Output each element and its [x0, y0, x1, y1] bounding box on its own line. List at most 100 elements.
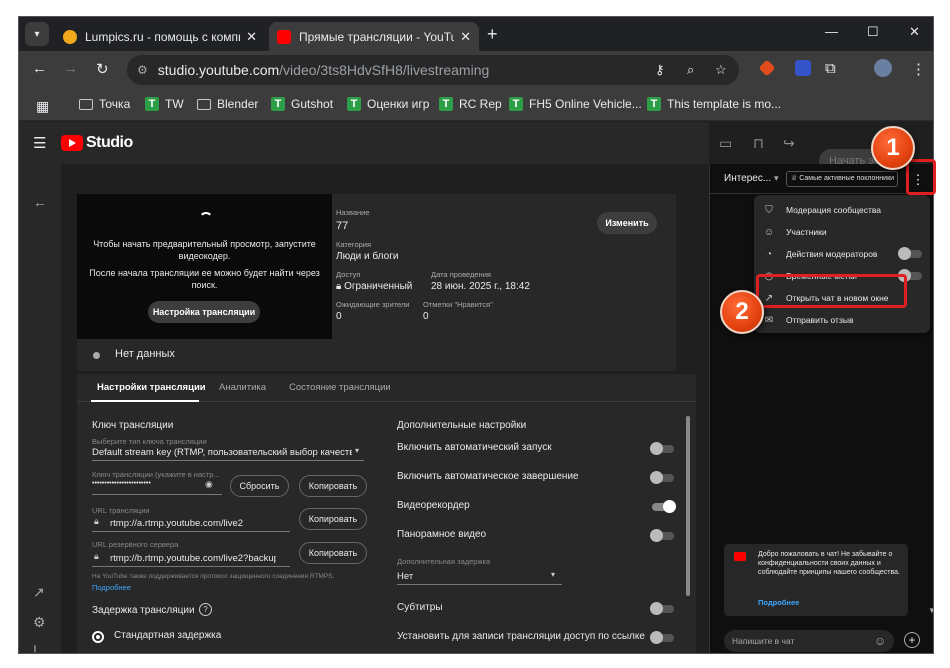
chat-mode-select[interactable]: Интерес...	[724, 173, 771, 184]
reload-icon[interactable]: ↻	[96, 60, 109, 78]
site-info-icon[interactable]: ⚙	[137, 63, 148, 77]
backup-url-field[interactable]: rtmp://b.rtmp.youtube.com/live2?backup	[110, 553, 276, 564]
toggle-dvr[interactable]	[652, 500, 676, 513]
tab-search-chevron-icon[interactable]: ▾	[25, 22, 49, 46]
minimize-icon[interactable]: —	[825, 24, 838, 39]
toggle-link-access[interactable]	[650, 631, 674, 644]
tab-stream-health[interactable]: Состояние трансляции	[289, 382, 391, 393]
preview-hint: Чтобы начать предварительный просмотр, з…	[93, 239, 316, 261]
toggle-subtitles[interactable]	[650, 602, 674, 615]
toggle-moderator-actions[interactable]	[898, 247, 922, 260]
new-tab-icon[interactable]: +	[487, 24, 498, 45]
youtube-logo-icon	[734, 552, 746, 561]
copy-backup-button[interactable]: Копировать	[299, 542, 367, 564]
youtube-logo-icon	[61, 135, 83, 151]
tab-lumpics[interactable]: Lumpics.ru - помощь с компьют ✕	[55, 22, 265, 51]
settings-gear-icon[interactable]: ⚙	[33, 614, 46, 631]
help-icon[interactable]: ?	[199, 603, 212, 616]
back-arrow-icon[interactable]: ←	[33, 194, 47, 210]
url-text[interactable]: studio.youtube.com/video/3ts8HdvSfH8/liv…	[158, 62, 490, 78]
feedback-icon: ✉	[764, 314, 774, 326]
panel-icon[interactable]: ▭	[719, 135, 732, 152]
toggle-auto-stop[interactable]	[650, 471, 674, 484]
left-nav: ← ↗ ⚙ !	[19, 164, 61, 653]
forward-icon[interactable]: →	[63, 60, 78, 77]
bookmark-item[interactable]: T Gutshot	[271, 97, 333, 111]
scroll-down-icon[interactable]: ▼	[928, 606, 933, 615]
chevron-down-icon[interactable]: ▾	[355, 446, 359, 455]
stream-key-title: Ключ трансляции	[92, 420, 174, 431]
feedback-icon[interactable]: !	[33, 642, 37, 653]
back-icon[interactable]: ←	[32, 60, 47, 77]
bookmark-folder[interactable]: Blender	[197, 97, 258, 111]
key-type-label: Выберите тип ключа трансляции	[92, 437, 207, 446]
browser-menu-icon[interactable]: ⋮	[911, 60, 926, 78]
menu-item-moderation[interactable]: ⛉ Модерация сообщества	[762, 201, 922, 219]
extension-shield-icon[interactable]	[795, 60, 811, 76]
bookmark-icon[interactable]: ⊓	[753, 135, 764, 152]
stream-status: Нет данных	[77, 339, 676, 371]
menu-item-moderator-actions[interactable]: ◔ Действия модераторов	[762, 245, 922, 263]
maximize-icon[interactable]: ☐	[867, 24, 879, 40]
likes-value: 0	[423, 311, 429, 322]
add-icon[interactable]: +	[904, 632, 920, 648]
external-link-icon[interactable]: ↗	[33, 584, 45, 601]
tab-analytics[interactable]: Аналитика	[219, 382, 266, 393]
stream-key-field[interactable]: ••••••••••••••••••••••••	[92, 480, 192, 487]
bookmark-item[interactable]: T FH5 Online Vehicle...	[509, 97, 642, 111]
edit-button[interactable]: Изменить	[597, 212, 657, 234]
extensions-puzzle-icon[interactable]: ⧉	[825, 60, 836, 77]
extension-fox-icon[interactable]	[758, 59, 776, 77]
stream-setup-button[interactable]: Настройка трансляции	[148, 301, 260, 323]
reset-button[interactable]: Сбросить	[230, 475, 289, 497]
bookmark-folder[interactable]: Точка	[79, 97, 130, 111]
more-link[interactable]: Подробнее	[92, 583, 131, 592]
emoji-icon[interactable]: ☺	[874, 634, 886, 648]
viewers-label: Ожидающие зрители	[336, 300, 410, 309]
menu-item-participants[interactable]: ☺ Участники	[762, 223, 922, 241]
radio-standard-delay[interactable]	[92, 631, 104, 643]
toggle-auto-start[interactable]	[650, 442, 674, 455]
youtube-studio: ☰ Studio ▭ ⊓ ↪ Начать эфир ← ↗ ⚙ ! Чтобы…	[19, 122, 933, 653]
settings-scrollbar[interactable]	[686, 416, 690, 596]
bookmark-item[interactable]: T RC Rep	[439, 97, 502, 111]
highlight-more-options	[906, 159, 936, 195]
stream-info: Название 77 Категория Люди и блоги Досту…	[332, 194, 676, 339]
zoom-icon[interactable]: ⌕	[687, 62, 694, 78]
copy-key-button[interactable]: Копировать	[299, 475, 367, 497]
hamburger-menu-icon[interactable]: ☰	[33, 134, 46, 152]
chat-input[interactable]: Напишите в чат	[724, 630, 894, 652]
top-fans-chip[interactable]: ♕ Самые активные поклонники	[786, 171, 898, 187]
close-icon[interactable]: ✕	[246, 29, 257, 45]
address-bar[interactable]: ⚙ studio.youtube.com/video/3ts8HdvSfH8/l…	[127, 55, 739, 85]
bookmark-item[interactable]: T This template is mo...	[647, 97, 781, 111]
copy-url-button[interactable]: Копировать	[299, 508, 367, 530]
apps-grid-icon[interactable]: ▦	[36, 98, 49, 115]
profile-avatar[interactable]	[874, 59, 892, 77]
viewers-value: 0	[336, 311, 342, 322]
tab-stream-settings[interactable]: Настройки трансляции	[97, 382, 206, 393]
share-icon[interactable]: ↪	[783, 135, 795, 152]
category-value: Люди и блоги	[336, 251, 399, 262]
bookmark-item[interactable]: T Оценки игр	[347, 97, 429, 111]
bookmark-green-icon: T	[509, 97, 523, 111]
chevron-down-icon[interactable]: ▾	[774, 173, 779, 184]
chevron-down-icon[interactable]: ▾	[551, 570, 555, 579]
latency-select[interactable]: Нет	[397, 571, 413, 582]
stream-url-field[interactable]: rtmp://a.rtmp.youtube.com/live2	[110, 518, 286, 529]
eye-hidden-icon[interactable]: ◉	[205, 479, 213, 490]
welcome-more-link[interactable]: Подробнее	[758, 598, 799, 607]
close-icon[interactable]: ✕	[460, 29, 471, 45]
window-close-icon[interactable]: ✕	[909, 24, 920, 40]
menu-item-feedback[interactable]: ✉ Отправить отзыв	[762, 311, 922, 329]
youtube-favicon-icon	[277, 29, 291, 44]
bookmark-star-icon[interactable]: ☆	[715, 62, 727, 78]
studio-logo[interactable]: Studio	[61, 134, 133, 152]
key-type-select[interactable]: Default stream key (RTMP, пользовательск…	[92, 447, 352, 458]
bookmark-item[interactable]: T TW	[145, 97, 184, 111]
key-icon[interactable]: ⚷	[655, 62, 665, 78]
callout-2: 2	[720, 290, 764, 334]
toggle-360[interactable]	[650, 529, 674, 542]
divider	[92, 494, 222, 495]
tab-youtube-studio[interactable]: Прямые трансляции - YouTube ✕	[269, 22, 479, 51]
